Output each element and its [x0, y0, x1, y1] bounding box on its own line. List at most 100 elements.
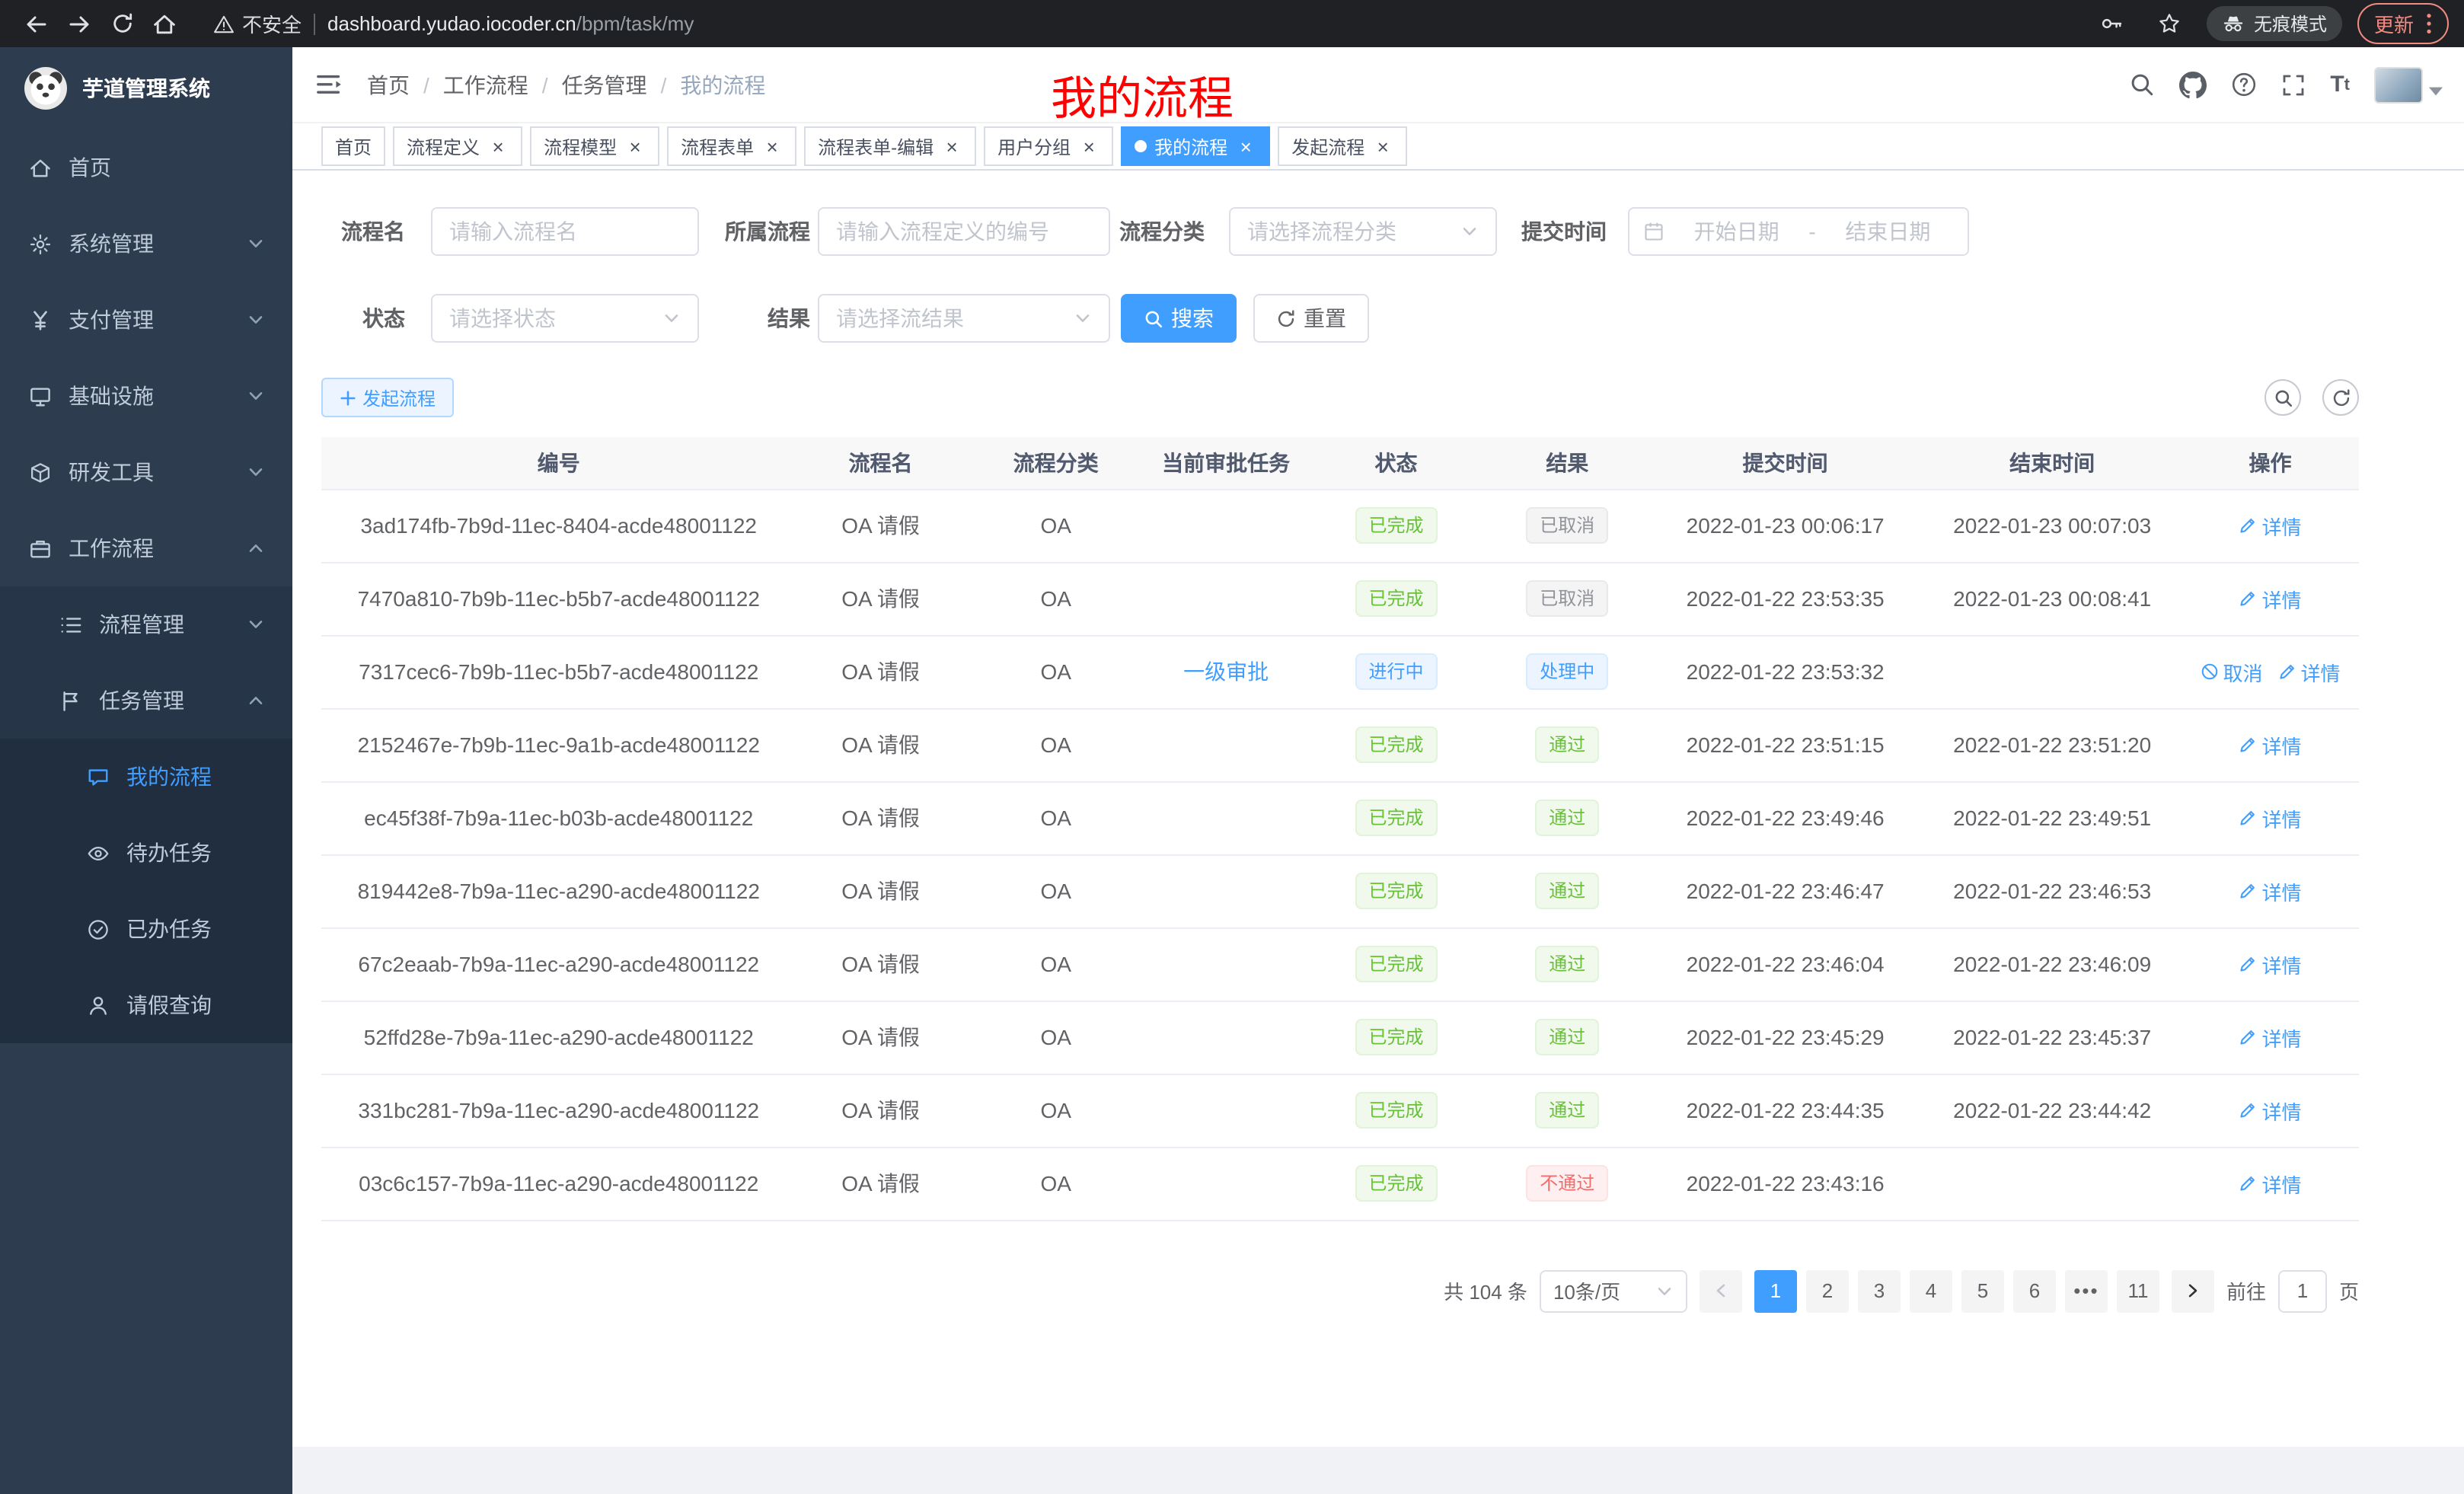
- search-button[interactable]: 搜索: [1121, 294, 1237, 343]
- reset-button[interactable]: 重置: [1253, 294, 1369, 343]
- cell-actions: 详情: [2182, 562, 2359, 635]
- search-toggle-button[interactable]: [2265, 379, 2301, 416]
- current-task-link[interactable]: 一级审批: [1183, 659, 1269, 684]
- cell-result: 通过: [1487, 1001, 1648, 1074]
- browser-menu-dots-icon[interactable]: [2426, 12, 2432, 35]
- breadcrumb-item[interactable]: 工作流程: [443, 69, 528, 100]
- close-tab-icon[interactable]: ×: [761, 136, 783, 157]
- sidebar-item-todo-tasks[interactable]: 待办任务: [0, 815, 292, 891]
- password-key-icon[interactable]: [2091, 2, 2134, 45]
- page-button-11[interactable]: 11: [2117, 1269, 2159, 1312]
- sidebar-item-my-process[interactable]: 我的流程: [0, 739, 292, 815]
- sidebar-item-infrastructure[interactable]: 基础设施: [0, 358, 292, 434]
- sidebar-item-home[interactable]: 首页: [0, 129, 292, 206]
- browser-update-button[interactable]: 更新: [2357, 3, 2449, 44]
- page-button-6[interactable]: 6: [2013, 1269, 2056, 1312]
- sidebar-item-payment[interactable]: 支付管理: [0, 282, 292, 358]
- page-button-1[interactable]: 1: [1754, 1269, 1797, 1312]
- page-button-5[interactable]: 5: [1961, 1269, 2004, 1312]
- date-range-input[interactable]: 开始日期 - 结束日期: [1628, 207, 1969, 256]
- bookmark-star-icon[interactable]: [2149, 2, 2191, 45]
- status-select[interactable]: 请选择状态: [431, 294, 699, 343]
- sidebar-logo[interactable]: 芋道管理系统: [0, 47, 292, 129]
- table-header-row: 编号流程名流程分类当前审批任务状态结果提交时间结束时间操作: [321, 437, 2359, 489]
- sidebar-item-process-management[interactable]: 流程管理: [0, 586, 292, 662]
- page-button-2[interactable]: 2: [1806, 1269, 1849, 1312]
- next-page-button[interactable]: [2172, 1269, 2214, 1312]
- detail-link[interactable]: 详情: [2239, 584, 2302, 613]
- category-select[interactable]: 请选择流程分类: [1229, 207, 1497, 256]
- font-size-icon[interactable]: Tt: [2330, 72, 2350, 97]
- process-id-input[interactable]: 请输入流程定义的编号: [818, 207, 1110, 256]
- goto-page-input[interactable]: 1: [2278, 1269, 2327, 1312]
- goto-label: 前往: [2226, 1276, 2266, 1305]
- detail-link[interactable]: 详情: [2239, 1169, 2302, 1198]
- tab-0[interactable]: 首页: [321, 126, 385, 166]
- cell-status: 已完成: [1305, 927, 1486, 1001]
- help-icon[interactable]: [2231, 72, 2257, 97]
- sidebar-item-done-tasks[interactable]: 已办任务: [0, 891, 292, 967]
- tab-2[interactable]: 流程模型×: [530, 126, 659, 166]
- hamburger-icon[interactable]: [317, 73, 343, 96]
- detail-link[interactable]: 详情: [2239, 876, 2302, 905]
- browser-home-icon[interactable]: [143, 2, 186, 45]
- close-tab-icon[interactable]: ×: [1372, 136, 1393, 157]
- close-tab-icon[interactable]: ×: [624, 136, 646, 157]
- cell-status: 已完成: [1305, 781, 1486, 854]
- close-tab-icon[interactable]: ×: [1078, 136, 1100, 157]
- status-tag: 已完成: [1355, 800, 1438, 836]
- prev-page-button[interactable]: [1700, 1269, 1742, 1312]
- cell-status: 已完成: [1305, 489, 1486, 562]
- breadcrumb-item[interactable]: 首页: [367, 69, 410, 100]
- page-size-select[interactable]: 10条/页: [1540, 1269, 1687, 1312]
- detail-link[interactable]: 详情: [2239, 1023, 2302, 1052]
- breadcrumb-item[interactable]: 任务管理: [562, 69, 647, 100]
- security-chip[interactable]: 不安全: [213, 9, 302, 38]
- close-tab-icon[interactable]: ×: [487, 136, 509, 157]
- detail-link[interactable]: 详情: [2239, 511, 2302, 540]
- check-circle-icon: [85, 918, 110, 940]
- sidebar-item-dev-tools[interactable]: 研发工具: [0, 434, 292, 510]
- tab-7[interactable]: 发起流程×: [1278, 126, 1407, 166]
- sidebar-item-task-management[interactable]: 任务管理: [0, 662, 292, 739]
- cell-actions: 详情: [2182, 1074, 2359, 1147]
- fullscreen-icon[interactable]: [2281, 72, 2306, 97]
- sidebar-item-leave-query[interactable]: 请假查询: [0, 967, 292, 1043]
- page-more-button[interactable]: •••: [2065, 1269, 2108, 1312]
- refresh-table-button[interactable]: [2322, 379, 2359, 416]
- sidebar-item-system[interactable]: 系统管理: [0, 206, 292, 282]
- browser-back-icon[interactable]: [15, 2, 58, 45]
- detail-link[interactable]: 详情: [2239, 1096, 2302, 1125]
- cell-submit-time: 2022-01-22 23:53:35: [1648, 562, 1923, 635]
- tab-1[interactable]: 流程定义×: [393, 126, 522, 166]
- cell-category: OA: [965, 489, 1147, 562]
- cancel-link[interactable]: 取消: [2201, 657, 2263, 686]
- sidebar-item-workflow[interactable]: 工作流程: [0, 510, 292, 586]
- start-process-button[interactable]: 发起流程: [321, 378, 454, 417]
- page-button-4[interactable]: 4: [1910, 1269, 1952, 1312]
- browser-refresh-icon[interactable]: [101, 2, 143, 45]
- tab-6[interactable]: 我的流程×: [1121, 126, 1270, 166]
- detail-link[interactable]: 详情: [2278, 657, 2341, 686]
- close-tab-icon[interactable]: ×: [941, 136, 962, 157]
- search-icon[interactable]: [2129, 72, 2155, 97]
- tab-3[interactable]: 流程表单×: [667, 126, 796, 166]
- address-bar[interactable]: 不安全 dashboard.yudao.iocoder.cn/bpm/task/…: [213, 9, 2091, 38]
- github-icon[interactable]: [2179, 71, 2207, 98]
- tab-5[interactable]: 用户分组×: [984, 126, 1113, 166]
- tabs-bar: 首页流程定义×流程模型×流程表单×流程表单-编辑×用户分组×我的流程×发起流程×: [292, 123, 2464, 171]
- user-avatar[interactable]: [2374, 66, 2443, 103]
- cell-category: OA: [965, 1074, 1147, 1147]
- page-button-3[interactable]: 3: [1858, 1269, 1901, 1312]
- cell-end-time: [1923, 1147, 2182, 1220]
- detail-link[interactable]: 详情: [2239, 803, 2302, 832]
- cell-category: OA: [965, 927, 1147, 1001]
- process-name-input[interactable]: 请输入流程名: [431, 207, 699, 256]
- tab-4[interactable]: 流程表单-编辑×: [804, 126, 976, 166]
- detail-link[interactable]: 详情: [2239, 730, 2302, 759]
- detail-link[interactable]: 详情: [2239, 950, 2302, 978]
- close-tab-icon[interactable]: ×: [1235, 136, 1256, 157]
- browser-forward-icon[interactable]: [58, 2, 101, 45]
- column-header: 提交时间: [1648, 437, 1923, 489]
- result-select[interactable]: 请选择流结果: [818, 294, 1110, 343]
